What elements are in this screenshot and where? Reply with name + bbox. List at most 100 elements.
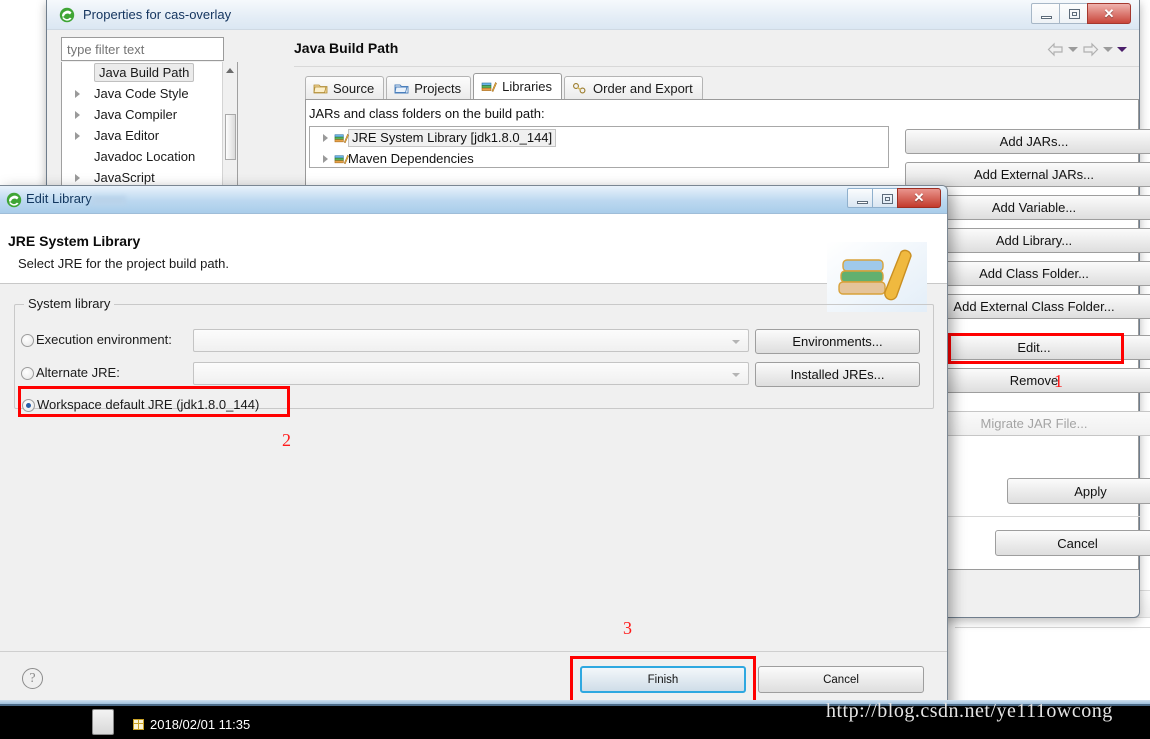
radio-execution-environment[interactable]	[21, 334, 34, 347]
filter-input[interactable]	[61, 37, 224, 61]
chevron-right-icon	[75, 174, 80, 182]
properties-titlebar[interactable]: Properties for cas-overlay ✕	[47, 0, 1139, 30]
annotation-marker-2: 2	[282, 430, 291, 450]
maximize-button[interactable]	[872, 188, 898, 208]
sidebar-item-label: Javadoc Location	[94, 149, 196, 164]
edit-library-dialog: Edit Library ✕ JRE System Library Select…	[0, 185, 948, 715]
minimize-button[interactable]	[847, 188, 873, 208]
properties-window-controls: ✕	[1031, 3, 1131, 24]
projects-folder-icon	[394, 84, 409, 93]
sidebar-item-label: Java Code Style	[94, 86, 189, 101]
build-path-tabs: Source Projects Libraries Order and Expo…	[305, 73, 705, 99]
eclipse-icon	[6, 192, 22, 208]
edit-library-header: JRE System Library Select JRE for the pr…	[0, 214, 947, 312]
tab-libraries[interactable]: Libraries	[473, 73, 563, 99]
minimize-button[interactable]	[1031, 3, 1060, 24]
edit-library-footer-divider	[0, 651, 947, 652]
tab-label: Order and Export	[593, 80, 693, 96]
list-item-label: JRE System Library [jdk1.8.0_144]	[348, 129, 557, 147]
maximize-icon	[1069, 9, 1080, 19]
sidebar-item-java-build-path[interactable]: Java Build Path	[62, 62, 237, 83]
tab-source[interactable]: Source	[305, 76, 385, 99]
navigation-arrows	[1047, 42, 1127, 57]
forward-dropdown-icon[interactable]	[1103, 47, 1113, 52]
environments-button[interactable]: Environments...	[755, 329, 920, 354]
execution-environment-combo[interactable]	[193, 329, 749, 352]
add-external-jars-button[interactable]: Add External JARs...	[905, 162, 1150, 187]
radio-label-workspace-default-jre: Workspace default JRE (jdk1.8.0_144)	[37, 397, 260, 412]
sidebar-item-java-editor[interactable]: Java Editor	[62, 125, 237, 146]
maximize-icon	[882, 194, 893, 204]
title-blur-artifact	[92, 196, 126, 205]
forward-arrow-icon[interactable]	[1082, 42, 1099, 57]
close-button[interactable]: ✕	[1087, 3, 1131, 24]
library-icon	[334, 154, 349, 165]
tab-label: Source	[333, 80, 375, 96]
list-item[interactable]: Maven Dependencies	[310, 148, 888, 169]
view-menu-icon[interactable]	[1117, 47, 1127, 52]
tab-order-and-export[interactable]: Order and Export	[564, 76, 703, 99]
wizard-subtitle: Select JRE for the project build path.	[18, 256, 230, 271]
radio-alternate-jre[interactable]	[21, 367, 34, 380]
back-arrow-icon[interactable]	[1047, 42, 1064, 57]
page-title: Java Build Path	[294, 40, 399, 56]
alternate-jre-combo[interactable]	[193, 362, 749, 385]
sidebar-item-label: Java Editor	[94, 128, 160, 143]
build-path-list[interactable]: JRE System Library [jdk1.8.0_144] Maven …	[309, 126, 889, 168]
close-icon: ✕	[1103, 5, 1115, 21]
chevron-right-icon	[75, 132, 80, 140]
properties-cancel-button[interactable]: Cancel	[995, 530, 1150, 556]
annotation-marker-3: 3	[623, 618, 632, 638]
library-icon	[334, 133, 349, 144]
sidebar-item-java-code-style[interactable]: Java Code Style	[62, 83, 237, 104]
list-item-label: Maven Dependencies	[348, 151, 474, 166]
edit-library-cancel-button[interactable]: Cancel	[758, 666, 924, 693]
edit-library-title: Edit Library	[26, 191, 92, 206]
watermark: http://blog.csdn.net/ye111owcong	[826, 700, 1113, 722]
tree-scrollbar[interactable]	[222, 62, 237, 191]
chevron-right-icon[interactable]	[323, 155, 328, 163]
background-divider-lower	[955, 627, 1150, 628]
apply-button[interactable]: Apply	[1007, 478, 1150, 504]
sidebar-item-label: Java Compiler	[94, 107, 178, 122]
source-folder-icon	[313, 84, 328, 93]
screen-root: Properties for cas-overlay ✕ Java Build …	[0, 0, 1150, 739]
properties-title: Properties for cas-overlay	[83, 7, 232, 22]
back-dropdown-icon[interactable]	[1068, 47, 1078, 52]
radio-workspace-default-jre[interactable]	[22, 399, 35, 412]
annotation-marker-1: 1	[1054, 371, 1063, 391]
chevron-down-icon	[732, 340, 740, 344]
chevron-right-icon[interactable]	[323, 134, 328, 142]
add-jars-button[interactable]: Add JARs...	[905, 129, 1150, 154]
chevron-down-icon	[732, 373, 740, 377]
tab-projects[interactable]: Projects	[386, 76, 472, 99]
close-button[interactable]: ✕	[897, 188, 941, 208]
list-item[interactable]: JRE System Library [jdk1.8.0_144]	[310, 127, 888, 148]
libraries-books-icon	[481, 81, 498, 92]
radio-label-execution-environment: Execution environment:	[36, 332, 172, 347]
sidebar-item-java-compiler[interactable]: Java Compiler	[62, 104, 237, 125]
maximize-button[interactable]	[1059, 3, 1088, 24]
chevron-right-icon	[75, 111, 80, 119]
scrollbar-thumb[interactable]	[225, 114, 236, 160]
sidebar-item-label: JavaScript	[94, 170, 155, 185]
help-icon[interactable]: ?	[22, 668, 43, 689]
books-stack-icon	[827, 242, 927, 312]
minimize-icon	[1041, 16, 1052, 19]
edit-library-titlebar[interactable]: Edit Library ✕	[0, 186, 947, 214]
minimize-icon	[857, 201, 868, 204]
wizard-title: JRE System Library	[8, 233, 141, 249]
eclipse-icon	[59, 7, 75, 23]
system-library-group	[14, 304, 934, 409]
taskbar-window-button[interactable]	[92, 709, 114, 735]
installed-jres-button[interactable]: Installed JREs...	[755, 362, 920, 387]
scroll-up-icon[interactable]	[226, 68, 234, 73]
build-path-list-label: JARs and class folders on the build path…	[309, 106, 545, 121]
sidebar-item-label: Java Build Path	[94, 63, 195, 82]
order-export-icon	[573, 82, 586, 93]
finish-button[interactable]: Finish	[580, 666, 746, 693]
tab-label: Projects	[414, 80, 462, 96]
chevron-right-icon	[75, 90, 80, 98]
settings-tree[interactable]: Java Build Path Java Code Style Java Com…	[61, 62, 238, 192]
sidebar-item-javadoc-location[interactable]: Javadoc Location	[62, 146, 237, 167]
